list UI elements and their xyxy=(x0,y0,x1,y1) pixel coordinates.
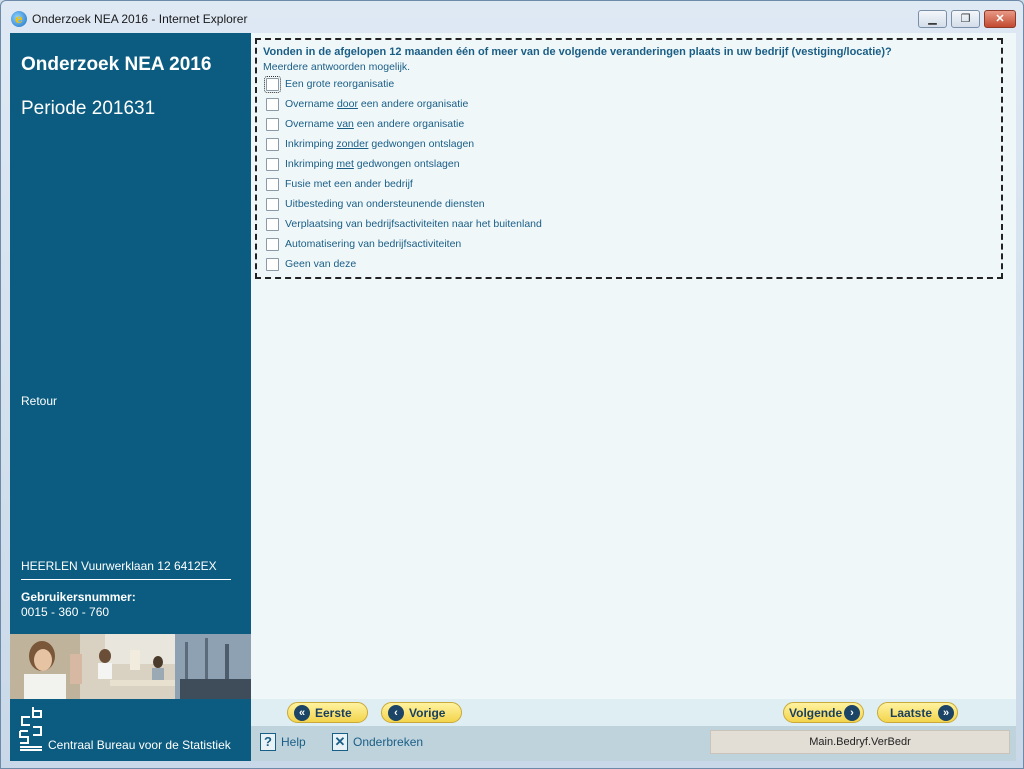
question-title: Vonden in de afgelopen 12 maanden één of… xyxy=(263,46,892,58)
option-label: Inkrimping met gedwongen ontslagen xyxy=(285,158,460,170)
checkbox[interactable] xyxy=(266,218,279,231)
question-block: Vonden in de afgelopen 12 maanden één of… xyxy=(255,38,1003,279)
last-button-label: Laatste xyxy=(890,706,933,720)
option-label: Een grote reorganisatie xyxy=(285,78,394,90)
checkbox[interactable] xyxy=(266,118,279,131)
first-button[interactable]: « Eerste xyxy=(287,702,368,723)
option-label: Uitbesteding van ondersteunende diensten xyxy=(285,198,485,210)
sidebar-divider xyxy=(21,579,231,580)
sidebar: Onderzoek NEA 2016 Periode 201631 Retour… xyxy=(10,33,251,761)
cancel-label: Onderbreken xyxy=(353,735,424,749)
option-label-underlined: met xyxy=(336,158,354,170)
checkbox[interactable] xyxy=(266,238,279,251)
cbs-logo-area: Centraal Bureau voor de Statistiek xyxy=(10,699,251,761)
option-label-underlined: zonder xyxy=(336,138,369,150)
checkbox[interactable] xyxy=(266,198,279,211)
checkbox[interactable] xyxy=(264,76,281,93)
close-button[interactable]: ✕ xyxy=(984,10,1016,28)
previous-button-label: Vorige xyxy=(409,706,446,720)
option-label-text: Inkrimping xyxy=(285,138,337,150)
double-chevron-left-icon: « xyxy=(294,705,310,721)
option-label: Automatisering van bedrijfsactiviteiten xyxy=(285,238,461,250)
minimize-button[interactable]: ▁ xyxy=(918,10,947,28)
user-number-value: 0015 - 360 - 760 xyxy=(21,605,110,619)
option-label: Verplaatsing van bedrijfsactiviteiten na… xyxy=(285,218,542,230)
option-label-text: Geen van deze xyxy=(285,258,357,270)
last-button[interactable]: Laatste » xyxy=(877,702,958,723)
cancel-button[interactable]: ✕ Onderbreken xyxy=(332,733,432,753)
option-label-underlined: door xyxy=(336,98,358,110)
office-photo-illustration xyxy=(10,634,251,699)
option-label-text: Inkrimping xyxy=(285,158,337,170)
help-button[interactable]: ? Help xyxy=(260,733,320,753)
option-label-text: Een grote reorganisatie xyxy=(285,78,395,90)
checkbox[interactable] xyxy=(266,138,279,151)
option-label-text: gedwongen ontslagen xyxy=(368,138,475,150)
title-bar: e Onderzoek NEA 2016 - Internet Explorer… xyxy=(1,1,1023,33)
status-field: Main.Bedryf.VerBedr xyxy=(710,730,1010,754)
option-label-text: Overname xyxy=(285,98,337,110)
option-label-text: een andere organisatie xyxy=(357,98,469,110)
survey-title: Onderzoek NEA 2016 xyxy=(21,54,212,75)
first-button-label: Eerste xyxy=(315,706,352,720)
option-label: Overname van een andere organisatie xyxy=(285,118,464,130)
option-label-text: gedwongen ontslagen xyxy=(353,158,460,170)
chevron-right-icon: › xyxy=(844,705,860,721)
cbs-logo-icon xyxy=(19,707,42,751)
checkbox[interactable] xyxy=(266,178,279,191)
retour-link[interactable]: Retour xyxy=(21,394,57,408)
option-label-text: Overname xyxy=(285,118,337,130)
option-label-text: Automatisering van bedrijfsactiviteiten xyxy=(285,238,462,250)
option-label: Overname door een andere organisatie xyxy=(285,98,468,110)
option-label: Inkrimping zonder gedwongen ontslagen xyxy=(285,138,474,150)
option-label-text: Fusie met een ander bedrijf xyxy=(285,178,413,190)
help-icon: ? xyxy=(260,733,276,751)
option-label-text: Uitbesteding van ondersteunende diensten xyxy=(285,198,485,210)
browser-window: e Onderzoek NEA 2016 - Internet Explorer… xyxy=(0,0,1024,769)
option-label-text: Verplaatsing van bedrijfsactiviteiten na… xyxy=(285,218,542,230)
company-address: HEERLEN Vuurwerklaan 12 6412EX xyxy=(21,559,217,573)
internet-explorer-icon: e xyxy=(11,11,27,27)
checkbox[interactable] xyxy=(266,258,279,271)
window-title: Onderzoek NEA 2016 - Internet Explorer xyxy=(32,12,248,26)
question-subtitle: Meerdere antwoorden mogelijk. xyxy=(263,61,411,73)
close-x-icon: ✕ xyxy=(332,733,348,751)
page-content: Onderzoek NEA 2016 Periode 201631 Retour… xyxy=(10,33,1016,761)
option-label-text: een andere organisatie xyxy=(353,118,465,130)
previous-button[interactable]: ‹ Vorige xyxy=(381,702,462,723)
checkbox[interactable] xyxy=(266,158,279,171)
survey-period: Periode 201631 xyxy=(21,98,156,119)
office-photo xyxy=(10,634,251,699)
help-label: Help xyxy=(281,735,306,749)
option-label: Geen van deze xyxy=(285,258,356,270)
checkbox[interactable] xyxy=(266,98,279,111)
question-panel: Vonden in de afgelopen 12 maanden één of… xyxy=(251,33,1016,699)
next-button-label: Volgende xyxy=(789,706,843,720)
next-button[interactable]: Volgende › xyxy=(783,702,864,723)
option-label-underlined: van xyxy=(336,118,354,130)
maximize-button[interactable]: ❐ xyxy=(951,10,980,28)
double-chevron-right-icon: » xyxy=(938,705,954,721)
option-label: Fusie met een ander bedrijf xyxy=(285,178,413,190)
user-number-label: Gebruikersnummer: xyxy=(21,590,136,604)
bottom-bar: ? Help ✕ Onderbreken Main.Bedryf.VerBedr xyxy=(251,726,1016,761)
chevron-left-icon: ‹ xyxy=(388,705,404,721)
navigation-bar: « Eerste ‹ Vorige Volgende › Laatste » xyxy=(251,699,1016,726)
organisation-name: Centraal Bureau voor de Statistiek xyxy=(48,738,231,752)
